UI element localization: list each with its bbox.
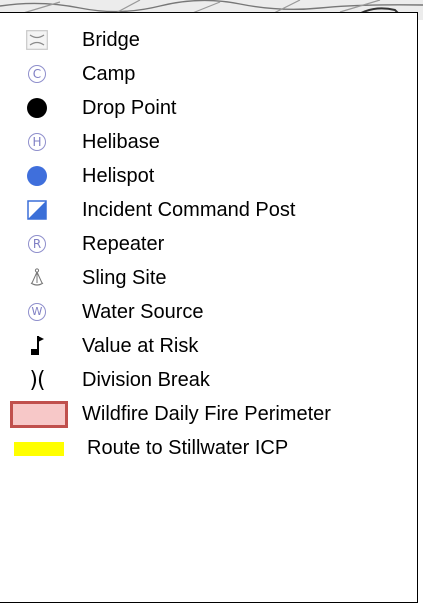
legend-label: Division Break: [82, 369, 210, 391]
legend-label: Value at Risk: [82, 335, 199, 357]
division-break-icon: )(: [29, 367, 45, 393]
helibase-icon: H: [28, 133, 46, 151]
incident-command-post-icon: [24, 193, 50, 227]
repeater-icon: R: [28, 235, 46, 253]
legend-label: Route to Stillwater ICP: [87, 437, 289, 459]
camp-icon: C: [28, 65, 46, 83]
legend-item-drop-point: Drop Point: [0, 91, 418, 125]
helispot-icon: [27, 166, 47, 186]
legend-label: Camp: [82, 63, 136, 85]
bridge-icon: [24, 23, 50, 57]
legend-label: Incident Command Post: [82, 199, 296, 221]
drop-point-icon: [27, 98, 47, 118]
route-swatch: [14, 442, 64, 456]
legend-label: Helispot: [82, 165, 155, 187]
fire-perimeter-swatch: [10, 401, 68, 428]
legend-item-helibase: H Helibase: [0, 125, 418, 159]
map-legend: Bridge C Camp Drop Point H Helibase Heli…: [0, 12, 418, 603]
legend-item-repeater: R Repeater: [0, 227, 418, 261]
sling-site-icon: [24, 261, 50, 295]
legend-item-value-at-risk: Value at Risk: [0, 329, 418, 363]
legend-label: Sling Site: [82, 267, 167, 289]
legend-label: Wildfire Daily Fire Perimeter: [82, 403, 331, 425]
legend-item-route: Route to Stillwater ICP: [0, 431, 418, 465]
legend-item-sling-site: Sling Site: [0, 261, 418, 295]
legend-label: Drop Point: [82, 97, 177, 119]
legend-label: Repeater: [82, 233, 165, 255]
legend-item-helispot: Helispot: [0, 159, 418, 193]
legend-item-fire-perimeter: Wildfire Daily Fire Perimeter: [0, 397, 418, 431]
water-source-icon: W: [28, 303, 46, 321]
legend-item-camp: C Camp: [0, 57, 418, 91]
legend-item-bridge: Bridge: [0, 23, 418, 57]
legend-item-incident-command-post: Incident Command Post: [0, 193, 418, 227]
legend-item-water-source: W Water Source: [0, 295, 418, 329]
legend-label: Bridge: [82, 29, 140, 51]
legend-item-division-break: )( Division Break: [0, 363, 418, 397]
legend-label: Water Source: [82, 301, 204, 323]
value-at-risk-icon: [24, 329, 50, 363]
legend-label: Helibase: [82, 131, 160, 153]
